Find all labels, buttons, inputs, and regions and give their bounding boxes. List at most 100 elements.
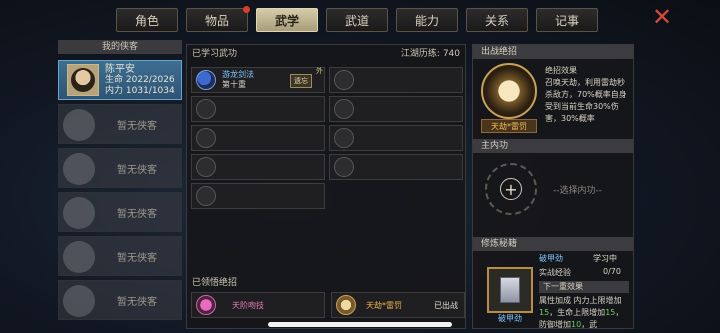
hero-slot-empty[interactable]: 暂无侠客 — [58, 104, 182, 144]
empty-slot-label: 暂无侠客 — [117, 296, 157, 308]
hero-slot-empty[interactable]: 暂无侠客 — [58, 280, 182, 320]
skill-slot-empty[interactable] — [329, 96, 463, 122]
ultimate-detail: 天劫*雷罚 绝招效果 召唤天劫，利用雷劫秒杀敌方，70%概率自身受到当前生命30… — [473, 59, 633, 139]
tab-relations[interactable]: 关系 — [466, 8, 528, 32]
hero-name: 陈平安 — [105, 63, 135, 75]
tab-martial-way[interactable]: 武道 — [326, 8, 388, 32]
empty-slot-icon — [334, 157, 354, 177]
skill-slot-empty[interactable] — [329, 67, 463, 93]
tab-label: 物品 — [204, 13, 229, 28]
mp-value: 1031/1034 — [125, 85, 175, 96]
empty-avatar-icon — [63, 285, 95, 317]
empty-avatar-icon — [63, 241, 95, 273]
skill-slot[interactable]: 游龙剑法 第十重 遗忘 外 — [191, 67, 325, 93]
tab-martial-arts[interactable]: 武学 — [256, 8, 318, 32]
hp-label: 生命 — [105, 74, 124, 85]
avatar — [67, 64, 99, 96]
effect-value: 15 — [539, 308, 550, 317]
hero-slot-empty[interactable]: 暂无侠客 — [58, 236, 182, 276]
skill-slot-empty[interactable] — [329, 125, 463, 151]
effect-text: ，武 — [581, 320, 598, 329]
ultimate-item[interactable]: 天劫*雷罚 已出战 — [331, 292, 465, 318]
forget-button[interactable]: 遗忘 — [290, 74, 312, 88]
empty-slot-icon — [334, 99, 354, 119]
hero-list: 我的侠客 陈平安 生命 2022/2026 内力 1031/1034 暂无侠客 … — [58, 40, 182, 324]
hero-mp: 内力 1031/1034 — [105, 86, 175, 97]
hero-slot-selected[interactable]: 陈平安 生命 2022/2026 内力 1031/1034 — [58, 60, 182, 100]
tab-label: 关系 — [484, 13, 509, 28]
training-book[interactable] — [487, 267, 533, 313]
effect-value: 10 — [571, 320, 582, 329]
learned-title: 已学习武功 — [192, 48, 238, 59]
skill-type-badge: 外 — [316, 67, 323, 75]
tab-journal[interactable]: 记事 — [536, 8, 598, 32]
training-header: 修炼秘籍 — [473, 237, 633, 251]
hp-value: 2022/2026 — [125, 74, 175, 85]
ultimate-header: 出战绝招 — [473, 45, 633, 59]
details-panel: 出战绝招 天劫*雷罚 绝招效果 召唤天劫，利用雷劫秒杀敌方，70%概率自身受到当… — [472, 44, 634, 329]
tab-label: 能力 — [414, 13, 439, 28]
skill-slot-empty[interactable] — [191, 183, 325, 209]
main-tab-bar: 角色 物品 武学 武道 能力 关系 记事 — [116, 6, 598, 34]
next-effect-text: 属性加成 内力上限增加15，生命上限增加15，防御增加10，武 — [539, 295, 631, 333]
ultimate-description: 绝招效果 召唤天劫，利用雷劫秒杀敌方，70%概率自身受到当前生命30%伤害，30… — [545, 65, 631, 129]
empty-slot-label: 暂无侠客 — [117, 252, 157, 264]
close-icon[interactable]: ✕ — [650, 5, 674, 30]
book-icon — [500, 277, 520, 303]
hero-portrait-icon — [71, 68, 95, 92]
tab-abilities[interactable]: 能力 — [396, 8, 458, 32]
xp-label: 江湖历练 — [400, 48, 437, 59]
select-inner-placeholder: --选择内功-- — [553, 186, 602, 196]
comprehended-title: 已领悟绝招 — [192, 278, 238, 288]
deployed-status: 已出战 — [434, 300, 458, 310]
main-inner-selector: + --选择内功-- — [473, 153, 633, 237]
home-indicator[interactable] — [268, 322, 452, 327]
ultimate-name-label: 天劫*雷罚 — [481, 119, 537, 133]
empty-slot-icon — [334, 70, 354, 90]
tab-label: 武学 — [274, 13, 299, 28]
tab-character[interactable]: 角色 — [116, 8, 178, 32]
ultimate-name: 天阶吻技 — [232, 300, 264, 310]
xp-value: 740 — [442, 48, 460, 59]
ultimate-item[interactable]: 天阶吻技 — [191, 292, 325, 318]
tab-items[interactable]: 物品 — [186, 6, 250, 32]
empty-slot-label: 暂无侠客 — [117, 208, 157, 220]
main-inner-header: 主内功 — [473, 139, 633, 153]
hero-slot-empty[interactable]: 暂无侠客 — [58, 192, 182, 232]
hero-slot-empty[interactable]: 暂无侠客 — [58, 148, 182, 188]
effect-text: ，生命上限增加 — [549, 308, 606, 317]
learned-skill-grid: 游龙剑法 第十重 遗忘 外 — [191, 67, 463, 212]
comprehended-list: 天阶吻技 天劫*雷罚 已出战 — [191, 292, 465, 318]
thunder-skill-icon[interactable] — [481, 63, 537, 119]
tab-label: 记事 — [554, 13, 579, 28]
tab-label: 武道 — [344, 13, 369, 28]
mp-label: 内力 — [105, 85, 124, 96]
empty-slot-label: 暂无侠客 — [117, 164, 157, 176]
empty-avatar-icon — [63, 153, 95, 185]
skill-slot-empty[interactable] — [191, 125, 325, 151]
empty-avatar-icon — [63, 197, 95, 229]
plus-icon: + — [500, 178, 522, 200]
book-name: 破甲劲 — [539, 254, 563, 263]
book-status: 学习中 — [593, 254, 617, 263]
hero-info: 陈平安 生命 2022/2026 内力 1031/1034 — [105, 64, 175, 97]
skill-slot-empty[interactable] — [191, 154, 325, 180]
add-inner-button[interactable]: + — [485, 163, 537, 215]
book-name-label: 破甲劲 — [498, 314, 522, 323]
skill-slot-empty[interactable] — [191, 96, 325, 122]
hero-list-title: 我的侠客 — [58, 40, 182, 54]
effect-prefix: 属性加成 — [539, 296, 571, 305]
skill-name: 游龙剑法 — [222, 70, 254, 79]
martial-arts-panel: 已学习武功 江湖历练: 740 游龙剑法 第十重 遗忘 外 已领悟绝招 天阶吻技… — [186, 44, 466, 329]
notification-dot-icon — [243, 6, 250, 13]
thunder-skill-icon — [336, 295, 356, 315]
exp-label: 实战经验 — [539, 268, 571, 277]
ultimate-effect-label: 绝招效果 — [545, 66, 577, 75]
skill-slot-empty[interactable] — [329, 154, 463, 180]
empty-slot-icon — [196, 157, 216, 177]
ultimate-effect-text: 召唤天劫，利用雷劫秒杀敌方，70%概率自身受到当前生命30%伤害，30%概率 — [545, 78, 627, 123]
hero-hp: 生命 2022/2026 — [105, 75, 175, 86]
effect-value: 15 — [605, 308, 616, 317]
ultimate-name: 天劫*雷罚 — [366, 300, 402, 310]
empty-slot-icon — [196, 128, 216, 148]
